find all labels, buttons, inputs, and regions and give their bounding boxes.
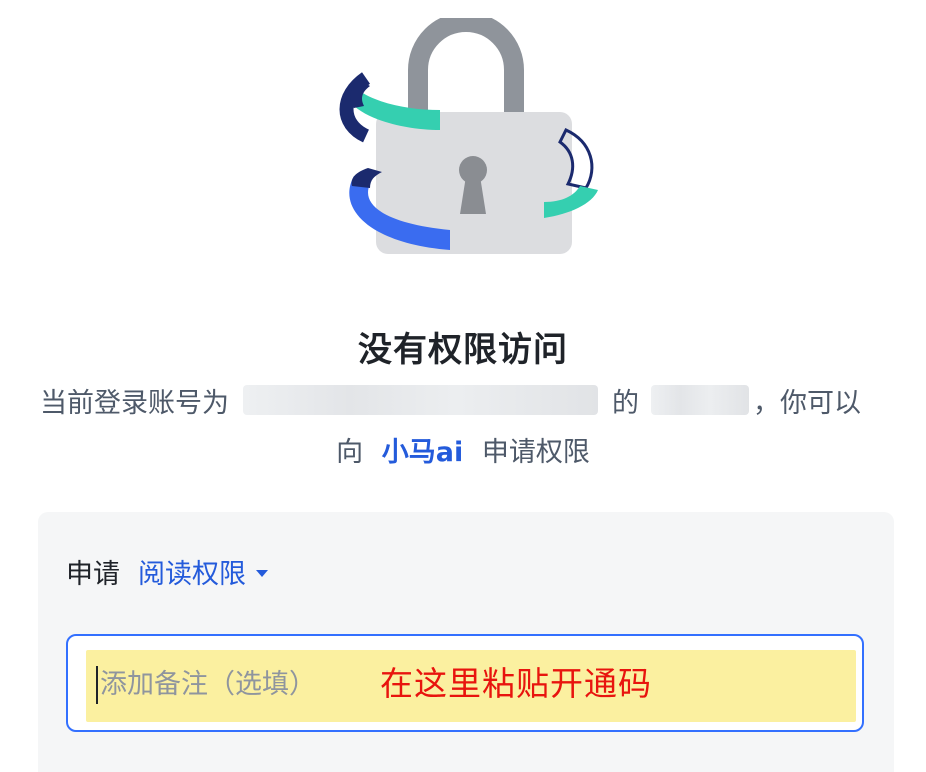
owner-name: 小马ai <box>381 437 464 468</box>
description-prefix: 当前登录账号为 <box>40 387 229 419</box>
page-title: 没有权限访问 <box>358 330 568 370</box>
padlock-icon <box>339 18 598 254</box>
paste-code-annotation: 在这里粘贴开通码 <box>380 664 652 703</box>
redacted-account-name <box>243 385 598 415</box>
description-suffix: ，你可以 <box>753 387 861 419</box>
description-middle: 的 <box>612 387 639 419</box>
request-row: 申请 阅读权限 <box>66 552 268 591</box>
account-description: 当前登录账号为 的 ，你可以 <box>40 380 861 420</box>
permission-select-value: 阅读权限 <box>138 559 246 590</box>
note-placeholder: 添加备注（选填） <box>100 669 316 700</box>
request-label: 申请 <box>66 559 120 590</box>
line2-prefix: 向 <box>336 437 364 468</box>
request-owner-line: 向 小马ai 申请权限 <box>0 430 926 469</box>
text-cursor <box>96 666 98 704</box>
note-input[interactable]: 添加备注（选填） 在这里粘贴开通码 <box>66 634 864 732</box>
request-permission-panel: 申请 阅读权限 添加备注（选填） 在这里粘贴开通码 <box>38 512 894 772</box>
permission-select[interactable]: 阅读权限 <box>138 552 268 591</box>
access-denied-page: 没有权限访问 当前登录账号为 的 ，你可以 向 小马ai 申请权限 申请 阅读权… <box>0 0 926 772</box>
line2-suffix: 申请权限 <box>481 437 590 468</box>
lock-shackle <box>408 18 524 118</box>
redacted-user-name <box>651 385 749 415</box>
caret-down-icon <box>256 570 268 577</box>
